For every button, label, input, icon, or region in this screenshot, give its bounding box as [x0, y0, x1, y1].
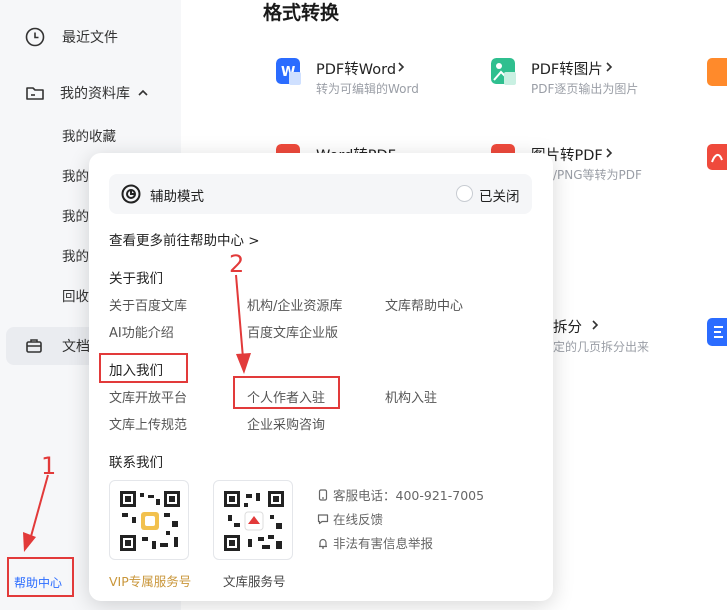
- sidebar-item-recycle[interactable]: 回收: [62, 285, 89, 305]
- tool-desc: /PNG等转为PDF: [553, 168, 642, 182]
- annotation-box-join-us: [99, 353, 188, 383]
- chevron-right-icon: [606, 62, 613, 72]
- assist-mode-status: 已关闭: [479, 189, 520, 205]
- tool-name: PDF转Word: [316, 62, 397, 78]
- contact-report-text: 非法有害信息举报: [333, 536, 434, 551]
- vip-qr-label: VIP专属服务号: [109, 574, 192, 589]
- link-upload-rules[interactable]: 文库上传规范: [109, 414, 187, 433]
- message-icon: [317, 513, 329, 524]
- assist-mode-toggle[interactable]: [456, 185, 473, 202]
- folder-icon: [26, 87, 44, 100]
- sidebar-item-recent[interactable]: 最近文件: [0, 20, 181, 54]
- sidebar-item-label: 最近文件: [62, 30, 118, 46]
- contact-report[interactable]: 非法有害信息举报: [317, 533, 433, 552]
- tool-name: 拆分: [553, 320, 582, 336]
- contact-phone-text: 客服电话：400-921-7005: [333, 488, 485, 503]
- word-icon: W: [276, 58, 301, 85]
- assist-mode-bar: 辅助模式 已关闭: [109, 174, 532, 214]
- tool-pdf-to-word[interactable]: W PDF转Word 转为可编辑的Word: [276, 58, 456, 102]
- tool-desc: 定的几页拆分出来: [553, 340, 650, 354]
- link-about-wenku[interactable]: 关于百度文库: [109, 295, 187, 314]
- annotation-number-1: 1: [41, 452, 57, 480]
- sidebar-item-label: 我的资料库: [60, 86, 130, 102]
- link-enterprise[interactable]: 百度文库企业版: [247, 322, 338, 341]
- sidebar-item-favorites[interactable]: 我的收藏: [62, 125, 116, 145]
- bell-icon: [319, 538, 327, 549]
- chevron-right-icon: [398, 62, 405, 72]
- tool-name: PDF转图片: [531, 62, 603, 78]
- tool-split[interactable]: 拆分 定的几页拆分出来: [553, 316, 673, 360]
- link-purchase[interactable]: 企业采购咨询: [247, 414, 325, 433]
- annotation-box-personal-author: [233, 376, 340, 409]
- link-wenku-help[interactable]: 文库帮助中心: [385, 295, 463, 314]
- more-help-link[interactable]: 查看更多前往帮助中心 >: [109, 229, 260, 249]
- tool-desc: PDF逐页输出为图片: [531, 82, 639, 96]
- tool-desc: 转为可编辑的Word: [316, 82, 419, 96]
- qr-code-image: [120, 491, 180, 551]
- chevron-right-icon: [606, 148, 613, 158]
- link-open-platform[interactable]: 文库开放平台: [109, 387, 187, 406]
- briefcase-icon: [26, 339, 42, 353]
- page-title: 格式转换: [263, 2, 340, 24]
- contact-feedback[interactable]: 在线反馈: [317, 509, 383, 528]
- vip-qr-code: [109, 480, 189, 560]
- wenku-qr-code: [213, 480, 293, 560]
- link-org-resource[interactable]: 机构/企业资源库: [247, 295, 342, 314]
- qr-code-image: [224, 491, 284, 551]
- clock-icon: [25, 27, 45, 47]
- link-org-join[interactable]: 机构入驻: [385, 387, 437, 406]
- phone-icon: [318, 488, 328, 501]
- tool-partial-blue-icon[interactable]: [707, 318, 727, 346]
- sidebar-item-label: 文档: [62, 339, 90, 355]
- contact-phone: 客服电话：400-921-7005: [317, 485, 484, 504]
- tool-partial-pdf-icon[interactable]: [707, 144, 727, 172]
- contact-feedback-text: 在线反馈: [333, 512, 384, 527]
- chevron-up-icon: [138, 89, 148, 96]
- assist-mode-label: 辅助模式: [150, 189, 204, 205]
- chevron-right-icon: [592, 320, 599, 330]
- contact-us-title: 联系我们: [109, 455, 163, 471]
- sidebar-item-partial-3[interactable]: 我的: [62, 245, 89, 265]
- image-icon: [491, 58, 516, 85]
- assist-mode-icon: [121, 184, 141, 204]
- about-us-title: 关于我们: [109, 271, 163, 287]
- sidebar-item-library[interactable]: 我的资料库: [0, 76, 181, 110]
- annotation-number-2: 2: [229, 250, 245, 278]
- pdf-icon: [707, 144, 727, 170]
- link-ai-intro[interactable]: AI功能介绍: [109, 322, 174, 341]
- sidebar-item-partial-2[interactable]: 我的: [62, 205, 89, 225]
- list-icon: [714, 326, 723, 338]
- annotation-box-help-center: [7, 557, 74, 597]
- tool-partial-orange-icon[interactable]: [707, 58, 727, 86]
- sidebar-item-partial-1[interactable]: 我的: [62, 165, 89, 185]
- tool-pdf-to-image[interactable]: PDF转图片 PDF逐页输出为图片: [491, 58, 671, 102]
- wenku-qr-label: 文库服务号: [223, 574, 286, 589]
